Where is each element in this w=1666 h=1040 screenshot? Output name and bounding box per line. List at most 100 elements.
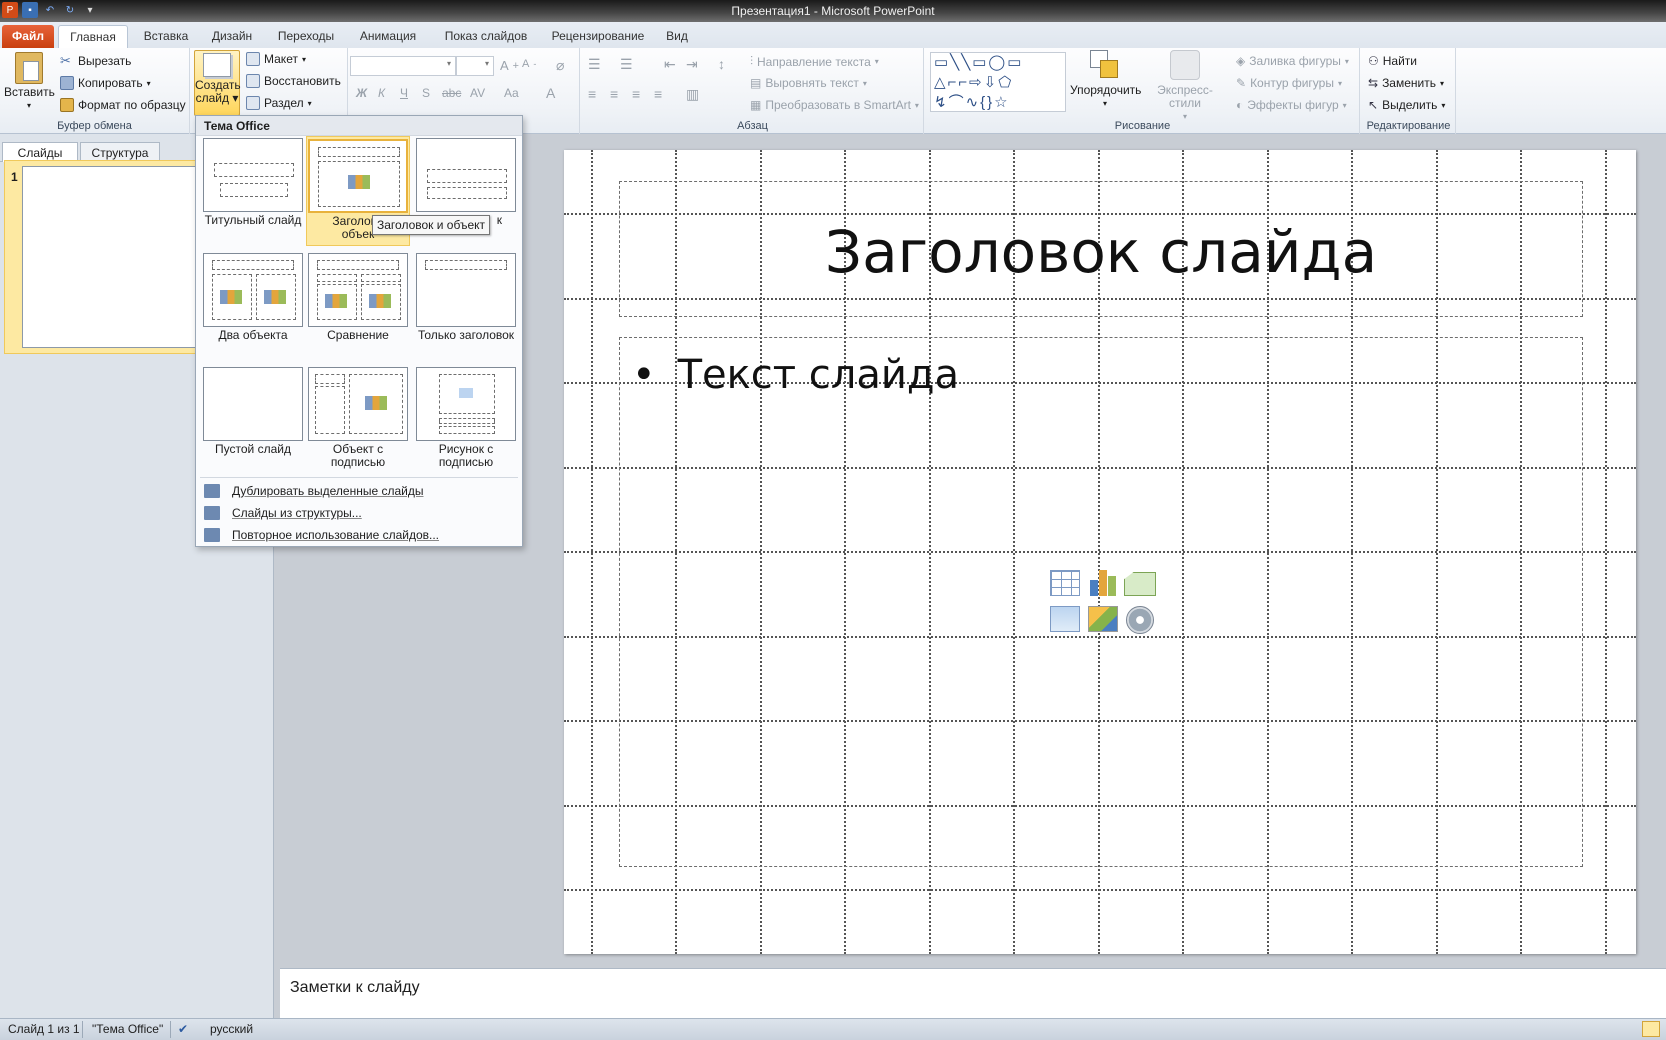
shape-fill-button[interactable]: ◈ Заливка фигуры ▾ [1236,54,1349,68]
line-spacing-icon[interactable]: ↕ [718,56,725,72]
slide-title: Заголовок слайда [824,218,1378,286]
replace-label: Заменить [1382,76,1436,90]
layout-label: Пустой слайд [215,442,291,456]
format-painter-button[interactable]: Формат по образцу [60,98,186,112]
numbering-icon[interactable]: ☰ [620,56,633,73]
menu-slides-from-outline[interactable]: Слайды из структуры... [196,502,522,524]
tab-view[interactable]: Вид [660,25,694,48]
quick-styles-label: Экспресс-стили [1157,83,1213,110]
notes-pane[interactable]: Заметки к слайду [280,968,1666,1018]
layout-thumbnail [203,253,303,327]
find-label: Найти [1382,54,1418,68]
menu-reuse-slides[interactable]: Повторное использование слайдов... [196,524,522,546]
theme-name[interactable]: "Тема Office" [92,1022,163,1036]
replace-button[interactable]: ⇆ Заменить ▾ [1368,76,1444,90]
insert-chart-icon[interactable] [1088,570,1118,596]
notes-placeholder: Заметки к слайду [290,979,420,996]
paste-button[interactable]: Вставить ▾ [4,52,55,112]
select-label: Выделить [1382,98,1438,112]
layout-comparison[interactable]: Сравнение [306,253,410,342]
window-title: Презентация1 - Microsoft PowerPoint [731,4,935,18]
cut-button[interactable]: ✂ Вырезать [60,54,132,69]
bold-button[interactable]: Ж [356,86,367,100]
spellcheck-icon[interactable]: ✔ [178,1022,188,1036]
font-color-button[interactable]: A [546,85,555,101]
align-right-icon[interactable]: ≡ [632,86,640,102]
columns-icon[interactable]: ▥ [686,86,699,103]
clear-format-icon[interactable]: ⌀ [556,57,564,74]
layout-content-with-caption[interactable]: Объект с подписью [306,367,410,469]
align-text-button[interactable]: ▤ Выровнять текст ▾ [750,76,867,90]
tab-review[interactable]: Рецензирование [546,25,650,48]
slide-canvas[interactable]: Заголовок слайда • Текст слайда [564,150,1636,954]
change-case-button[interactable]: Aa [504,86,519,100]
replace-icon: ⇆ [1368,76,1379,90]
find-button[interactable]: ⚇ Найти [1368,54,1417,68]
quick-styles-button[interactable]: Экспресс-стили ▾ [1142,50,1228,123]
editing-group-label: Редактирование [1366,120,1451,132]
content-mini-icon [348,175,370,189]
title-placeholder[interactable]: Заголовок слайда [619,181,1583,317]
justify-icon[interactable]: ≡ [654,86,662,102]
new-slide-button[interactable]: Создать слайд ▾ [194,50,241,116]
tab-slides[interactable]: Слайды [2,142,78,162]
decrease-indent-icon[interactable]: ⇤ [664,56,676,73]
effects-icon: ◐ [1236,98,1244,112]
insert-media-icon[interactable] [1126,606,1154,634]
layout-title-slide[interactable]: Титульный слайд [201,138,305,227]
content-placeholder[interactable]: • Текст слайда [619,337,1583,867]
layout-picture-with-caption[interactable]: Рисунок с подписью [414,367,518,469]
layout-section-header[interactable]: к [414,138,518,227]
drawing-group: ▭╲╲▭◯▭ △⌐⌐⇨⇩⬠ ↯⌒∿{}☆ Упорядочить ▾ Экспресс… [926,48,1360,134]
italic-button[interactable]: К [378,86,385,100]
language[interactable]: русский [210,1022,253,1036]
char-spacing-button[interactable]: AV [470,86,485,100]
insert-smartart-icon[interactable] [1124,572,1156,596]
copy-button[interactable]: Копировать ▾ [60,76,151,90]
layout-title-only[interactable]: Только заголовок [414,253,518,342]
slide-number: 1 [11,170,18,184]
tab-insert[interactable]: Вставка [134,25,198,48]
tab-design[interactable]: Дизайн [204,25,260,48]
insert-picture-icon[interactable] [1050,606,1080,632]
tab-home[interactable]: Главная [58,25,128,48]
insert-table-icon[interactable] [1050,570,1080,596]
shape-effects-button[interactable]: ◐ Эффекты фигур ▾ [1236,98,1347,112]
normal-view-icon[interactable] [1642,1021,1660,1037]
grow-font-icon[interactable]: A + [500,58,519,73]
align-center-icon[interactable]: ≡ [610,86,618,102]
tab-outline[interactable]: Структура [80,142,160,162]
arrange-button[interactable]: Упорядочить ▾ [1070,50,1141,110]
outline-icon [204,506,220,520]
layout-two-content[interactable]: Два объекта [201,253,305,342]
strikethrough-button[interactable]: abc [442,86,461,100]
menu-duplicate-slides[interactable]: Дублировать выделенные слайды [196,480,522,502]
reset-button[interactable]: Восстановить [246,74,341,88]
shape-outline-button[interactable]: ✎ Контур фигуры ▾ [1236,76,1342,90]
text-direction-button[interactable]: ⫶ Направление текста ▾ [750,54,879,69]
select-button[interactable]: ↖ Выделить ▾ [1368,98,1445,112]
tab-transitions[interactable]: Переходы [268,25,344,48]
tab-slide-show[interactable]: Показ слайдов [434,25,538,48]
insert-clipart-icon[interactable] [1088,606,1118,632]
layout-blank[interactable]: Пустой слайд [201,367,305,456]
section-icon [246,96,260,110]
tab-file[interactable]: Файл [2,25,54,48]
align-left-icon[interactable]: ≡ [588,86,596,102]
increase-indent-icon[interactable]: ⇥ [686,56,698,73]
cut-label: Вырезать [78,54,132,68]
bullets-icon[interactable]: ☰ [588,56,601,73]
shrink-font-icon[interactable]: A- [522,58,536,70]
layout-button[interactable]: Макет ▾ [246,52,306,66]
font-size-combo[interactable]: ▾ [456,56,494,76]
insert-content-icons [1050,570,1160,640]
shapes-gallery[interactable]: ▭╲╲▭◯▭ △⌐⌐⇨⇩⬠ ↯⌒∿{}☆ [930,52,1066,112]
title-bar: P ▪ ↶ ↻ ▾ Презентация1 - Microsoft Power… [0,0,1666,22]
paste-label: Вставить [4,85,55,99]
underline-button[interactable]: Ч [400,86,408,100]
font-family-combo[interactable]: ▾ [350,56,456,76]
section-button[interactable]: Раздел ▾ [246,96,312,110]
tab-animations[interactable]: Анимация [352,25,424,48]
shadow-button[interactable]: S [422,86,430,100]
smartart-button[interactable]: ▦ Преобразовать в SmartArt ▾ [750,98,919,112]
